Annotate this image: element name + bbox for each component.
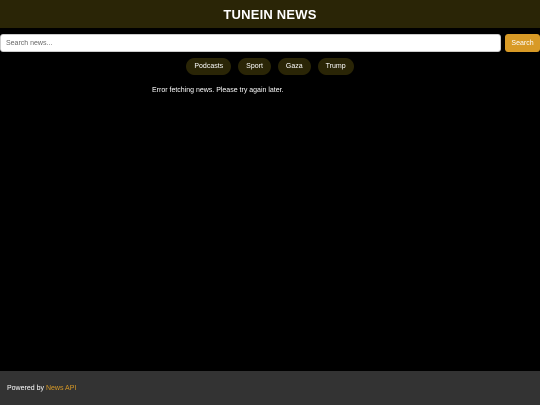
category-gaza[interactable]: Gaza: [277, 58, 311, 75]
category-trump[interactable]: Trump: [317, 58, 354, 75]
category-podcasts[interactable]: Podcasts: [186, 58, 232, 75]
category-sport[interactable]: Sport: [238, 58, 271, 75]
news-app: TUNEIN NEWS Search Podcasts Sport Gaza T…: [0, 0, 540, 405]
app-footer: Powered by News API: [0, 371, 540, 405]
search-bar: Search: [0, 34, 540, 52]
search-input[interactable]: [0, 34, 501, 52]
search-button[interactable]: Search: [505, 34, 540, 52]
footer-prefix: Powered by: [7, 384, 44, 392]
app-title: TUNEIN NEWS: [223, 6, 317, 22]
app-header: TUNEIN NEWS: [0, 0, 540, 28]
category-list: Podcasts Sport Gaza Trump: [0, 58, 540, 76]
news-api-link[interactable]: News API: [46, 385, 76, 392]
error-message: Error fetching news. Please try again la…: [152, 87, 284, 94]
